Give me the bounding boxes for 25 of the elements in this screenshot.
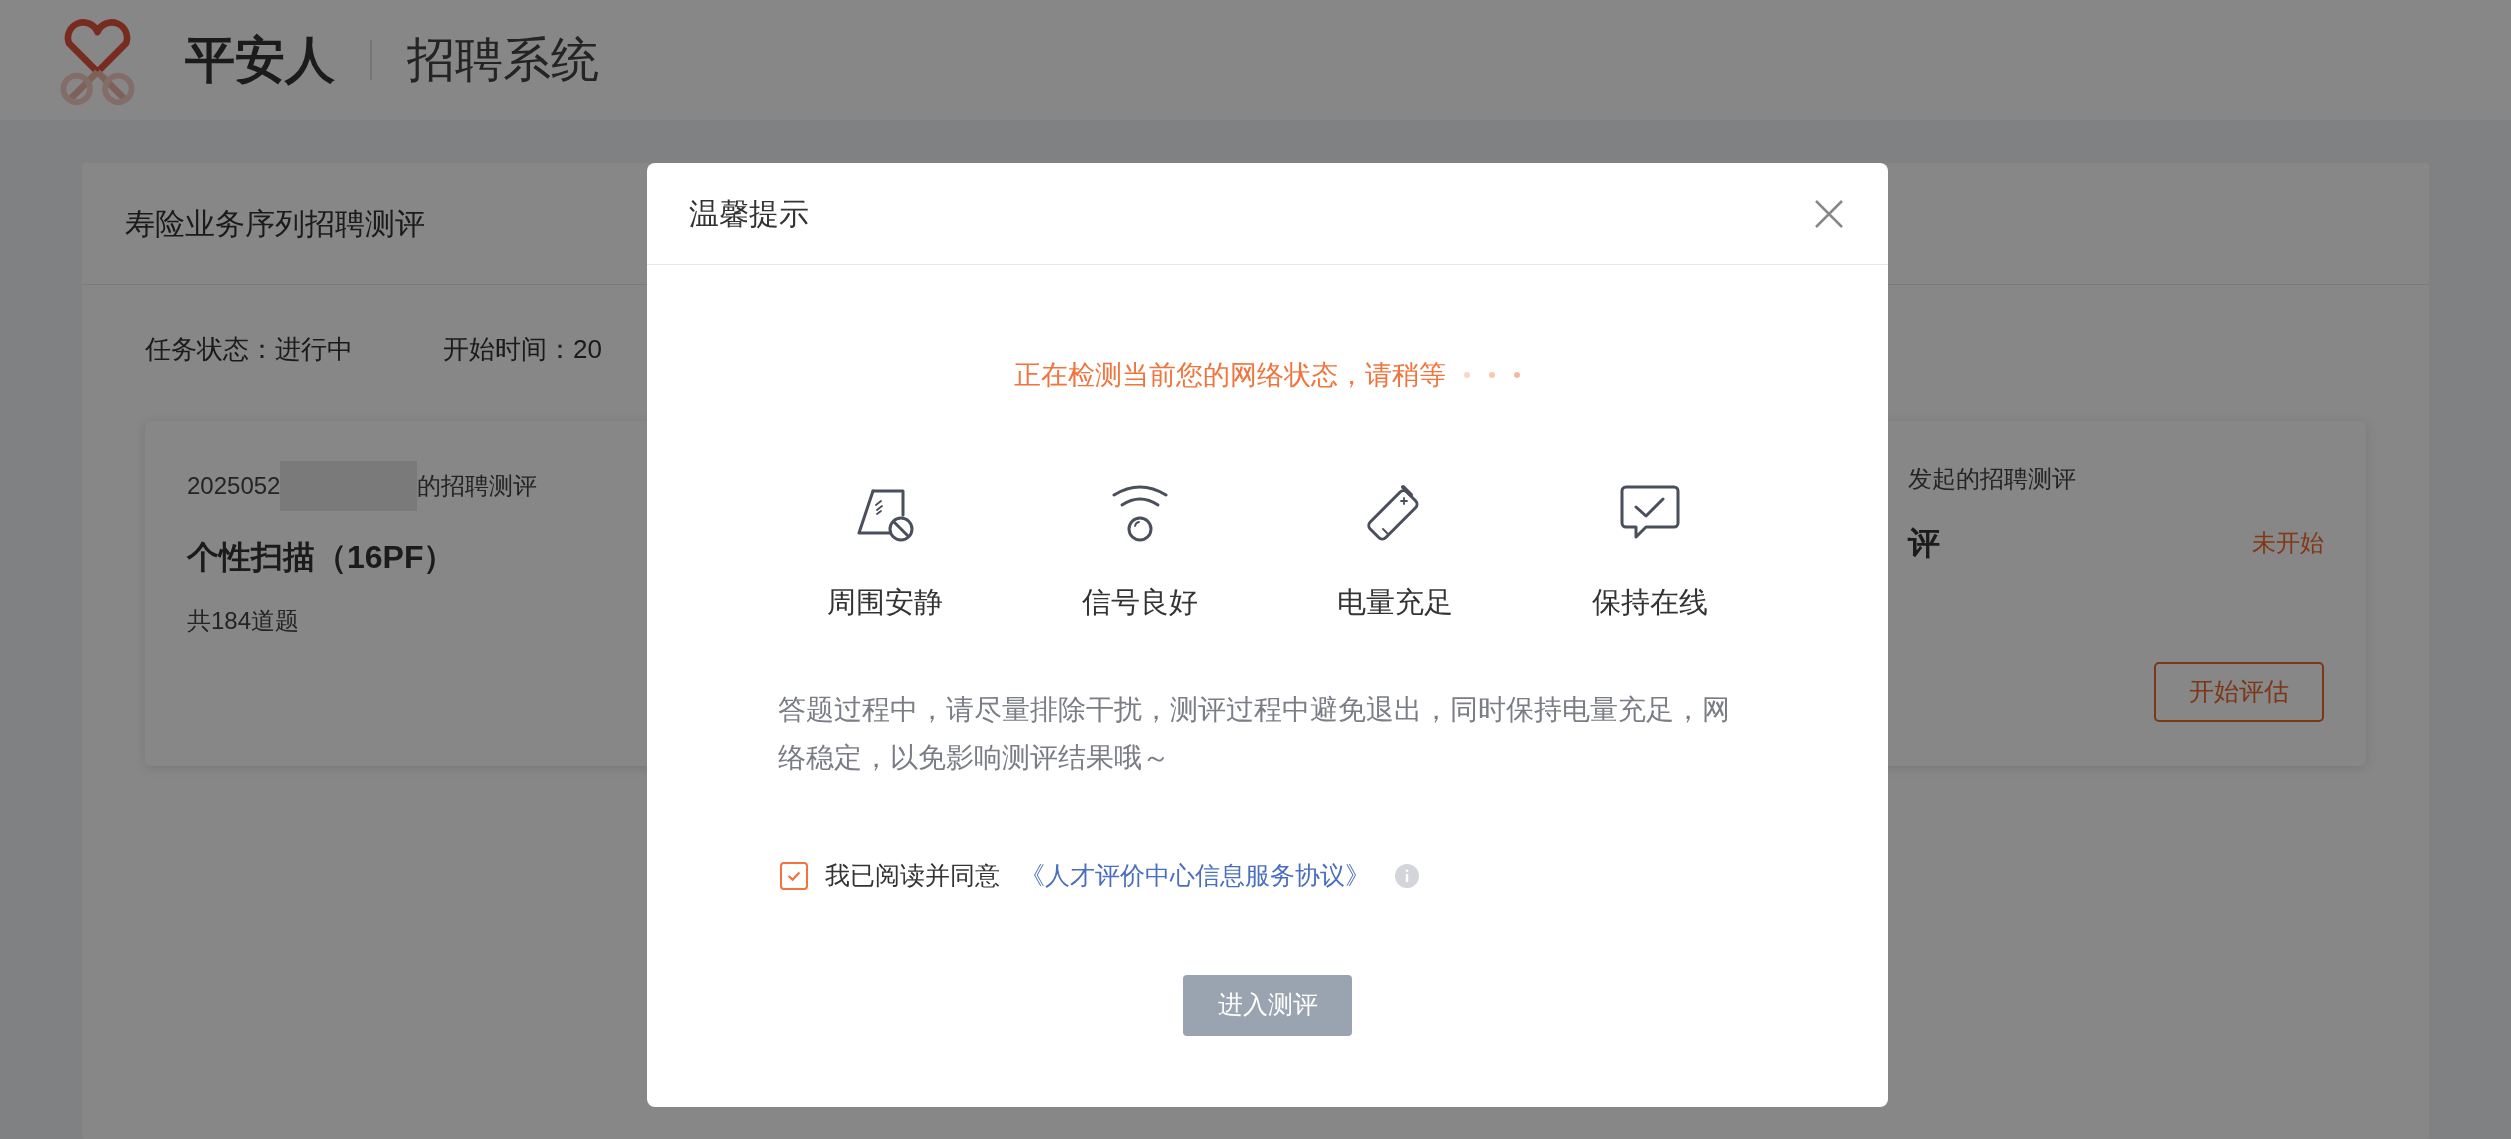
info-icon: [1395, 863, 1419, 888]
task-status: 任务状态：进行中: [145, 333, 353, 366]
brand-name: 平安人: [185, 30, 335, 90]
loading-dots-icon: [1461, 370, 1522, 381]
tip-label: 周围安静: [826, 584, 943, 620]
agreement-link[interactable]: 《人才评价中心信息服务协议》: [1020, 857, 1370, 895]
system-name: 招聘系统: [407, 32, 599, 88]
status-message: 正在检测当前您的网络状态，请稍等: [1013, 359, 1446, 392]
test-name: 个性扫描（16PF）: [187, 538, 456, 577]
start-assessment-button[interactable]: 开始评估: [2154, 662, 2324, 722]
tip-label: 保持在线: [1592, 584, 1709, 620]
dialog-title: 温馨提示: [689, 196, 809, 232]
question-count: 共184道题: [187, 606, 300, 636]
start-time: 开始时间：20: [443, 333, 602, 366]
agreement-label: 我已阅读并同意: [825, 860, 1000, 891]
page-title: 寿险业务序列招聘测评: [125, 206, 425, 242]
test-name: 评: [1907, 524, 1940, 563]
notice-text: 答题过程中，请尽量排除干扰，测评过程中避免退出，同时保持电量充足，网络稳定，以免影响测评结果哦～: [777, 693, 1731, 775]
agreement-checkbox[interactable]: [780, 861, 808, 890]
card-source: 的招聘测评: [417, 471, 538, 501]
tip-label: 电量充足: [1337, 584, 1454, 620]
status-label: 未开始: [2252, 528, 2324, 558]
card-source: 发起的招聘测评: [1907, 464, 2076, 494]
card-source: 2025052: [187, 471, 281, 501]
tip-label: 信号良好: [1081, 584, 1198, 620]
